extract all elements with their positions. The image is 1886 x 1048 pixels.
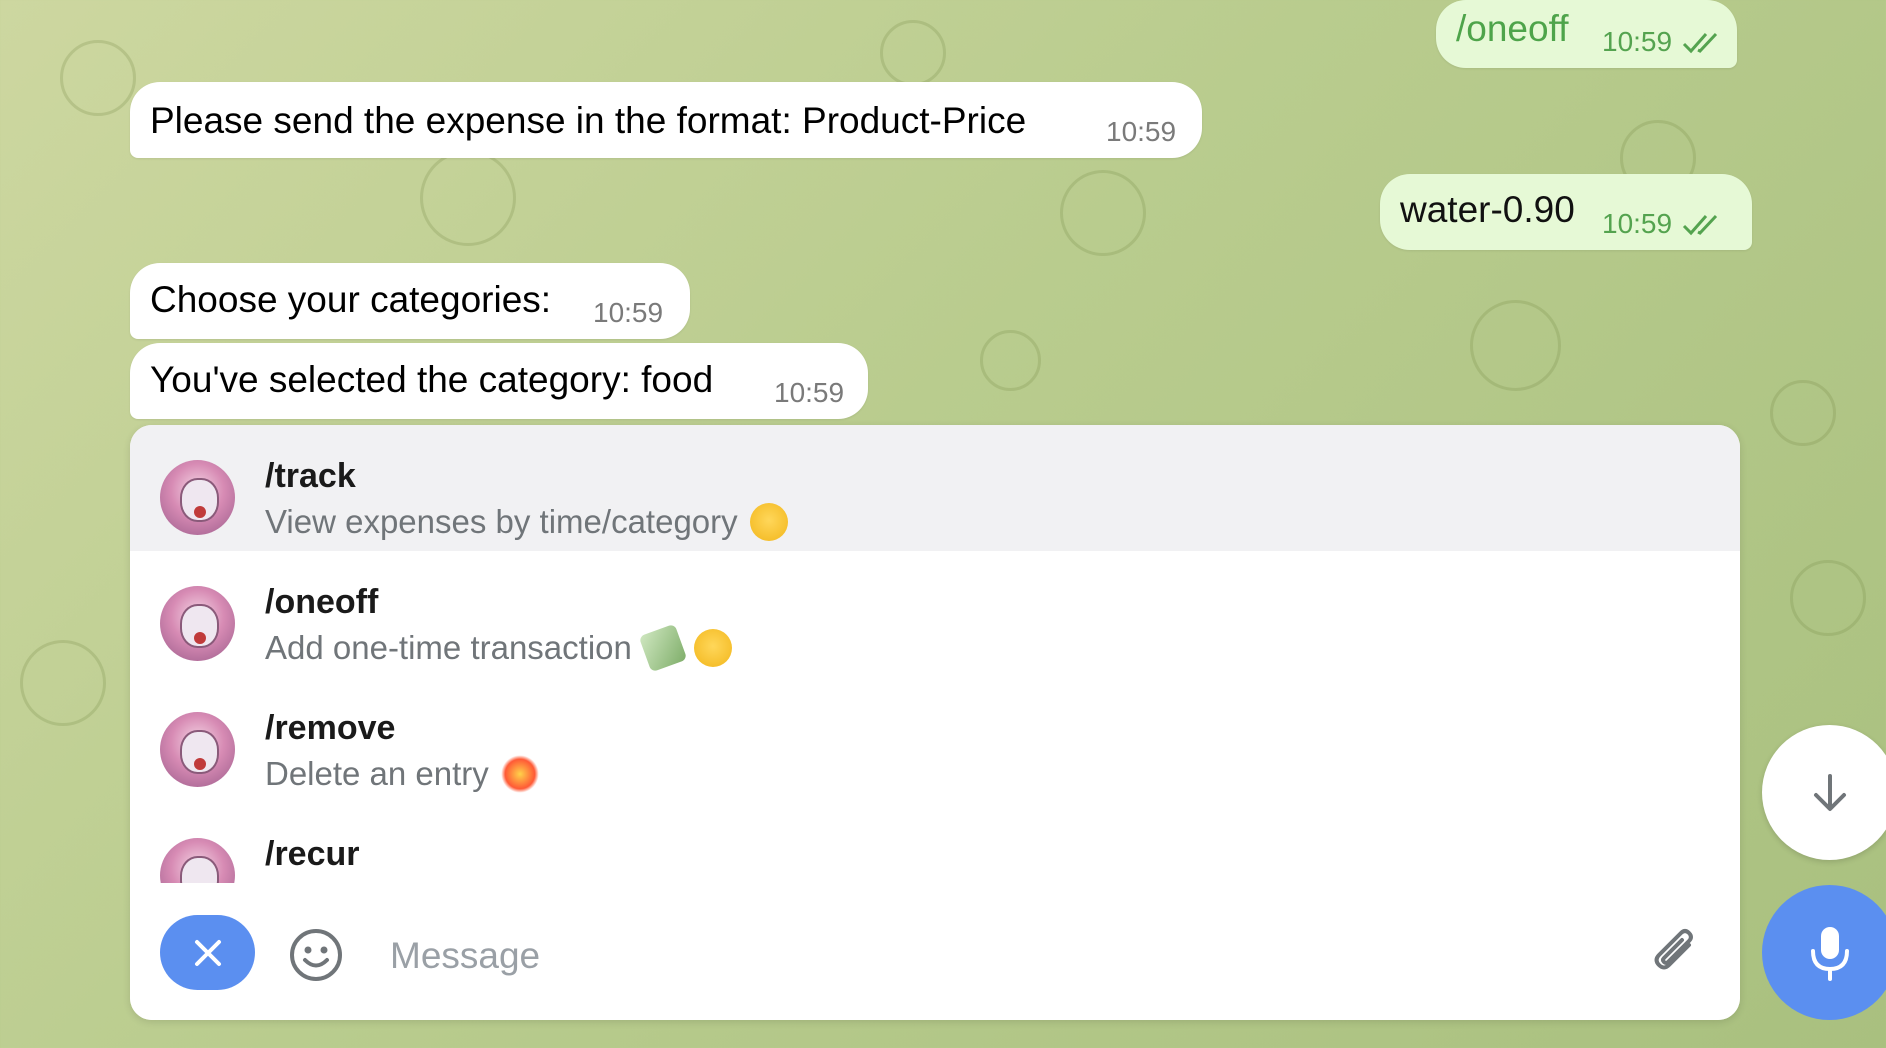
microphone-icon [1810,926,1849,981]
message-time: 10:59 [774,377,845,408]
arrow-down-icon [1813,773,1846,811]
double-check-icon [1682,214,1718,236]
incoming-message[interactable]: Please send the expense in the format: P… [130,82,1202,158]
bot-avatar [160,712,235,787]
command-name: /oneoff [265,583,379,621]
message-text: Choose your categories: [150,279,552,320]
command-item-oneoff[interactable]: /oneoff Add one-time transaction [130,551,1740,677]
command-description: Add one-time transaction [265,623,732,673]
command-name: /remove [265,709,396,747]
collision-emoji [500,755,539,793]
bot-avatar [160,838,235,883]
outgoing-message[interactable]: /oneoff 10:59 [1436,0,1737,68]
command-description: View expenses by time/category [265,503,788,541]
command-suggestion-list[interactable]: /track View expenses by time/category /o… [130,425,1740,883]
bot-avatar [160,460,235,535]
double-check-icon [1682,32,1718,54]
smiley-icon[interactable] [288,927,344,983]
command-item-remove[interactable]: /remove Delete an entry [130,677,1740,803]
bot-command-panel: /track View expenses by time/category /o… [130,425,1740,1020]
bot-avatar [160,586,235,661]
command-name: /recur [265,835,360,873]
message-time: 10:59 [593,297,664,328]
close-commands-button[interactable] [160,915,255,990]
close-icon [194,939,221,966]
message-time: 10:59 [1602,208,1673,239]
message-text: water-0.90 [1400,189,1575,230]
command-item-track[interactable]: /track View expenses by time/category [130,425,1740,551]
money-with-wings-emoji [638,623,688,673]
command-description: Delete an entry [265,755,539,793]
money-mouth-face-emoji [693,629,732,667]
paperclip-icon[interactable] [1645,925,1705,985]
message-text: You've selected the category: food [150,359,714,400]
message-time: 10:59 [1106,116,1177,147]
message-input[interactable] [388,925,1542,987]
command-name: /track [265,457,356,495]
command-item-recur[interactable]: /recur [130,803,1740,883]
message-text: Please send the expense in the format: P… [150,100,1027,141]
message-text[interactable]: /oneoff [1456,10,1568,47]
incoming-message[interactable]: Choose your categories: 10:59 [130,263,690,339]
incoming-message[interactable]: You've selected the category: food 10:59 [130,343,868,419]
message-time: 10:59 [1602,26,1673,57]
voice-message-button[interactable] [1762,885,1886,1020]
outgoing-message[interactable]: water-0.90 10:59 [1380,174,1752,250]
nerd-face-emoji [749,503,788,541]
scroll-to-bottom-button[interactable] [1762,725,1886,860]
